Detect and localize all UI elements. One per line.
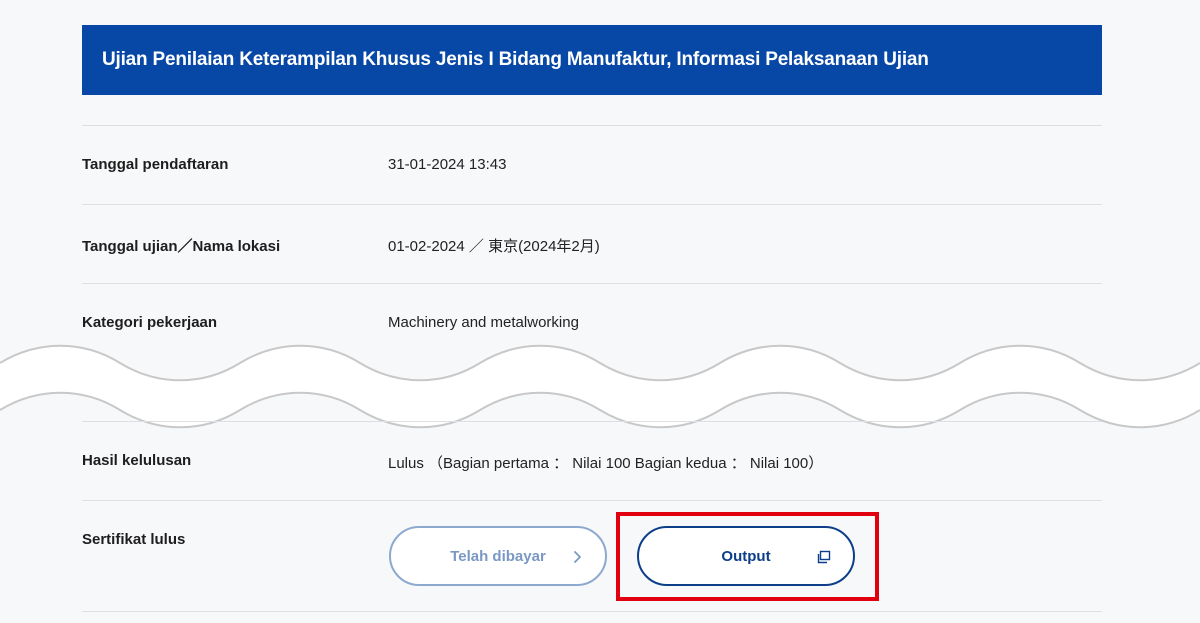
exam-date-location-value: 01-02-2024 ／ 東京(2024年2月)	[388, 238, 600, 255]
exam-date-location-label: Tanggal ujian／Nama lokasi	[82, 238, 281, 255]
certificate-label: Sertifikat lulus	[82, 531, 186, 548]
job-category-label: Kategori pekerjaan	[82, 314, 218, 331]
paid-button-label: Telah dibayar	[450, 547, 546, 565]
row-divider	[82, 500, 1102, 501]
pass-result-label: Hasil kelulusan	[82, 452, 192, 469]
output-highlight-box	[616, 512, 879, 601]
registration-date-label: Tanggal pendaftaran	[82, 156, 229, 173]
row-divider	[82, 125, 1102, 126]
exam-info-header: Ujian Penilaian Keterampilan Khusus Jeni…	[82, 25, 1102, 95]
row-divider	[82, 611, 1102, 612]
row-divider	[82, 421, 1102, 422]
paid-status-button[interactable]: Telah dibayar	[389, 526, 607, 586]
chevron-right-icon	[574, 551, 581, 563]
job-category-value: Machinery and metalworking	[388, 314, 579, 331]
pass-result-value: Lulus （Bagian pertama ： Nilai 100 Bagian…	[388, 455, 824, 472]
row-divider	[82, 283, 1102, 284]
row-divider	[82, 204, 1102, 205]
page-title: Ujian Penilaian Keterampilan Khusus Jeni…	[102, 49, 929, 70]
registration-date-value: 31-01-2024 13:43	[388, 156, 507, 173]
